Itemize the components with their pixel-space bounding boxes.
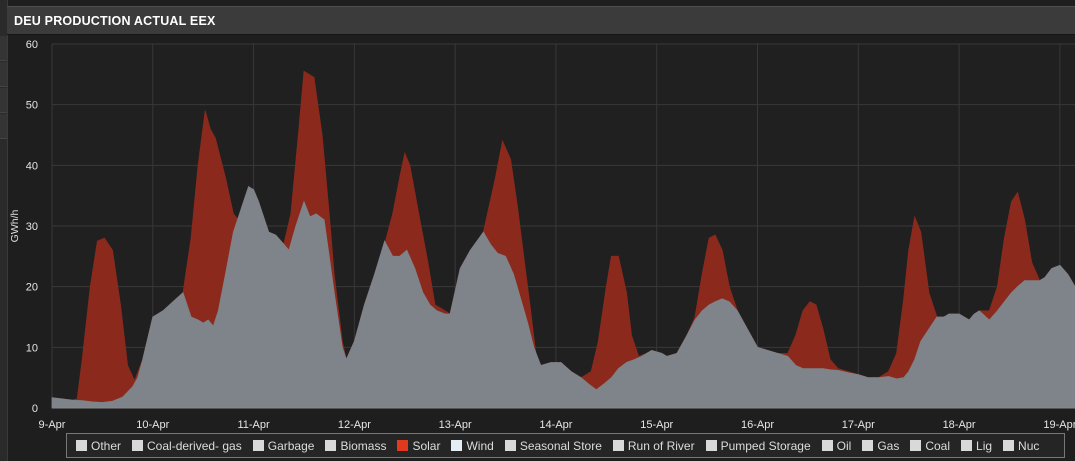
legend-swatch (910, 440, 922, 451)
x-tick-label: 12-Apr (338, 419, 371, 431)
legend-swatch (1003, 440, 1015, 451)
legend-label: Coal (925, 438, 951, 453)
legend-item-wind[interactable]: Wind (451, 438, 494, 453)
legend-item-gas[interactable]: Gas (862, 439, 899, 453)
y-tick-label: 30 (26, 221, 38, 233)
legend-label: Wind (466, 438, 494, 453)
legend-swatch (705, 440, 717, 451)
legend-label: Other (91, 438, 122, 453)
legend-label: Seasonal Store (519, 438, 602, 453)
legend-label: Gas (877, 438, 900, 453)
legend-swatch (862, 440, 874, 451)
legend-item-oil[interactable]: Oil (821, 438, 852, 453)
x-tick-label: 9-Apr (39, 419, 66, 431)
legend-swatch (961, 440, 973, 451)
y-tick-label: 60 (26, 39, 38, 51)
legend-item-coal-derived-gas[interactable]: Coal-derived- gas (132, 439, 242, 453)
legend-label: Nuc (1018, 438, 1040, 453)
legend-label: Solar (412, 438, 441, 453)
legend-item-pumped-storage[interactable]: Pumped Storage (705, 438, 811, 453)
chart-area: 0 10 20 30 40 50 60 9-Apr 10-Apr 11-Apr 12-Apr 13-A… (0, 34, 1075, 461)
x-tick-label: 10-Apr (136, 419, 169, 431)
legend-swatch (451, 440, 463, 451)
legend-label: Coal-derived- gas (147, 438, 242, 453)
y-tick-label: 50 (26, 100, 38, 112)
x-tick-label: 13-Apr (439, 419, 472, 431)
legend-item-lig[interactable]: Lig (961, 439, 992, 453)
legend-swatch (504, 440, 516, 451)
legend-label: Garbage (267, 438, 315, 453)
panel-header: DEU PRODUCTION ACTUAL EEX (7, 6, 1075, 35)
x-tick-label: 11-Apr (237, 419, 270, 431)
legend-item-run-of-river[interactable]: Run of River (612, 438, 695, 453)
x-tick-label: 15-Apr (640, 419, 673, 431)
legend-item-solar[interactable]: Solar (397, 439, 440, 453)
legend-label: Run of River (627, 438, 695, 453)
legend-item-garbage[interactable]: Garbage (252, 438, 315, 453)
y-tick-label: 20 (26, 282, 38, 294)
legend-item-seasonal-store[interactable]: Seasonal Store (504, 438, 602, 453)
y-tick-label: 40 (26, 160, 38, 172)
legend-label: Oil (836, 438, 852, 453)
legend-swatch (821, 440, 833, 451)
y-tick-label: 0 (32, 403, 38, 415)
x-tick-label: 18-Apr (943, 419, 976, 431)
legend-swatch (132, 440, 144, 451)
legend-label: Lig (976, 438, 993, 453)
legend-swatch (76, 440, 87, 451)
legend-swatch (612, 440, 624, 451)
legend-swatch (325, 440, 337, 451)
x-tick-label: 16-Apr (741, 419, 774, 431)
legend-label: Pumped Storage (720, 438, 811, 453)
legend-item-other[interactable]: Other (76, 439, 121, 453)
x-tick-label: 17-Apr (842, 419, 875, 431)
production-chart: 0 10 20 30 40 50 60 9-Apr 10-Apr 11-Apr 12-Apr 13-A… (9, 39, 1075, 431)
chart-legend: Other Coal-derived- gas Garbage Biomass Sola… (66, 433, 1065, 458)
legend-swatch (252, 440, 264, 451)
panel-title: DEU PRODUCTION ACTUAL EEX (14, 14, 216, 28)
x-tick-label: 14-Apr (539, 419, 572, 431)
legend-item-coal[interactable]: Coal (910, 439, 950, 453)
legend-label: Biomass (340, 438, 387, 453)
legend-item-biomass[interactable]: Biomass (325, 439, 386, 453)
y-tick-label: 10 (26, 342, 38, 354)
legend-item-nuc[interactable]: Nuc (1003, 439, 1039, 453)
x-tick-label: 19-Apr (1043, 419, 1075, 431)
legend-swatch (397, 440, 409, 451)
y-axis-label: GWh/h (9, 210, 21, 243)
